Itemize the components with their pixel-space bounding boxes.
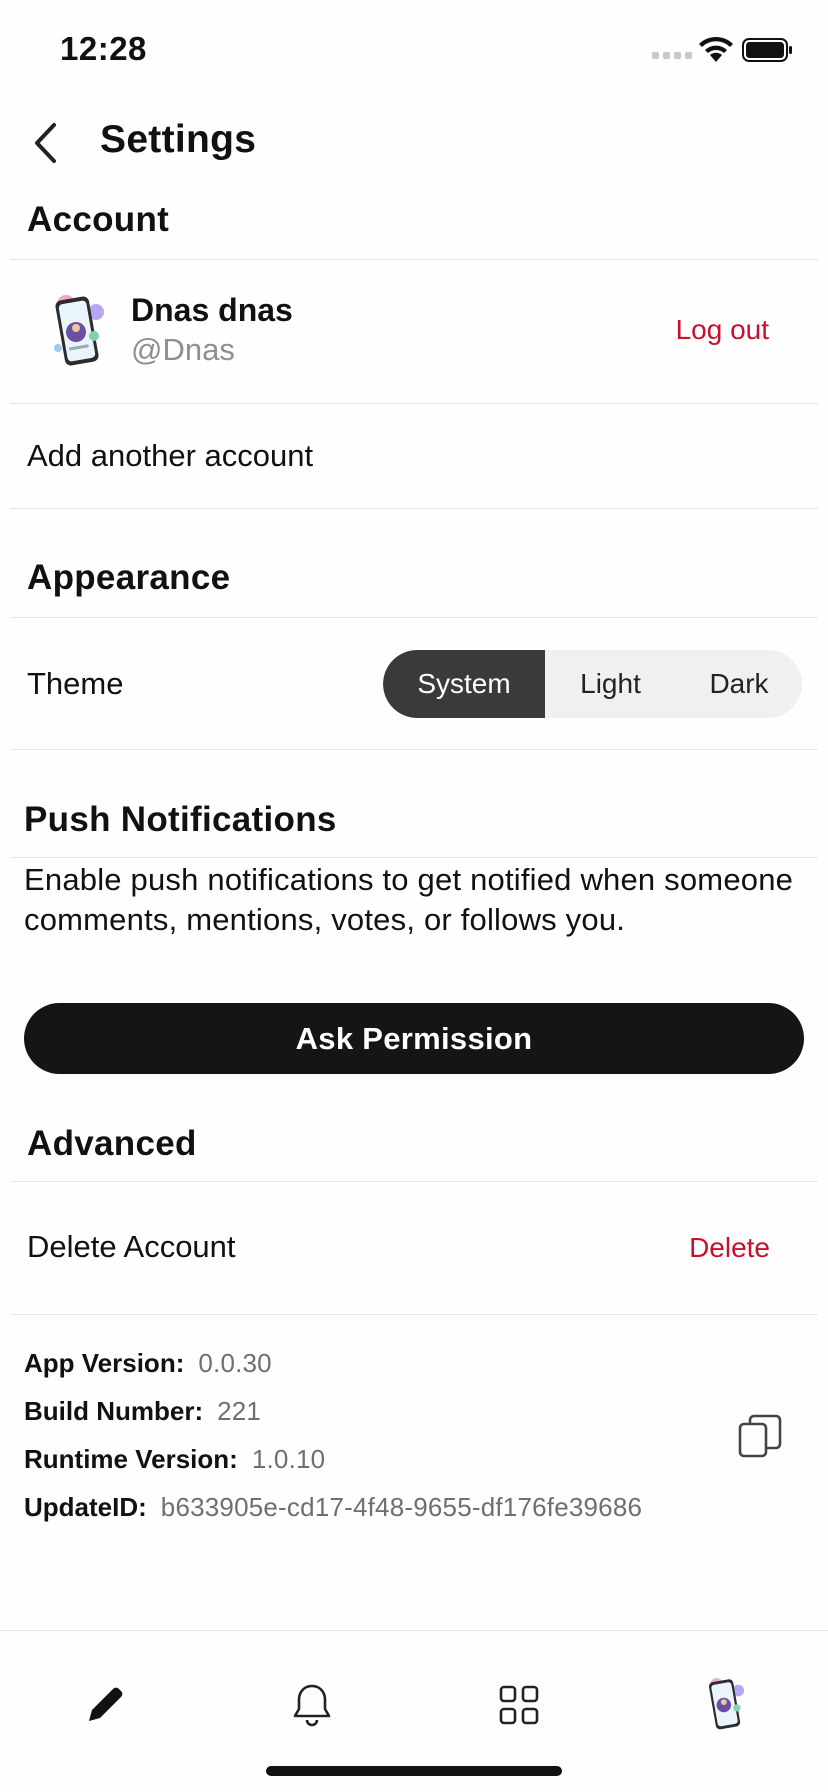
pencil-icon xyxy=(89,1687,123,1721)
tab-notifications[interactable] xyxy=(282,1675,342,1735)
theme-label: Theme xyxy=(27,666,124,701)
divider xyxy=(10,857,818,858)
account-heading: Account xyxy=(27,200,170,239)
chevron-left-icon xyxy=(35,123,56,163)
account-name: Dnas dnas xyxy=(131,292,293,328)
divider xyxy=(10,749,818,750)
appearance-heading: Appearance xyxy=(27,558,231,597)
account-row: Dnas dnas @Dnas Log out xyxy=(10,262,818,402)
copy-info-button[interactable] xyxy=(736,1412,784,1460)
build-number-value: 221 xyxy=(217,1396,262,1426)
avatar xyxy=(54,295,104,366)
push-notifications-description: Enable push notifications to get notifie… xyxy=(24,862,794,937)
bell-icon xyxy=(293,1684,331,1727)
app-version-value: 0.0.30 xyxy=(198,1348,272,1378)
home-indicator xyxy=(266,1766,562,1776)
wifi-icon xyxy=(699,36,733,62)
battery-icon xyxy=(742,38,792,62)
divider xyxy=(10,508,818,509)
delete-account-label: Delete Account xyxy=(27,1229,236,1264)
tab-profile[interactable] xyxy=(696,1675,756,1735)
theme-segmented-control: System Light Dark xyxy=(383,650,802,718)
status-time: 12:28 xyxy=(60,30,147,67)
divider xyxy=(10,1181,818,1182)
runtime-version-row: Runtime Version: 1.0.10 xyxy=(24,1444,325,1475)
update-id-label: UpdateID: xyxy=(24,1492,147,1522)
header: Settings xyxy=(0,104,828,180)
account-handle: @Dnas xyxy=(131,332,235,367)
copy-icon xyxy=(738,1414,782,1458)
update-id-value: b633905e-cd17-4f48-9655-df176fe39686 xyxy=(160,1492,643,1522)
build-number-label: Build Number: xyxy=(24,1396,204,1426)
divider xyxy=(10,617,818,618)
update-id-row: UpdateID: b633905e-cd17-4f48-9655-df176fe… xyxy=(24,1492,642,1523)
tab-compose[interactable] xyxy=(75,1675,135,1735)
build-number-row: Build Number: 221 xyxy=(24,1396,261,1427)
tab-feeds[interactable] xyxy=(489,1675,549,1735)
status-bar: 12:28 xyxy=(0,0,828,100)
settings-screen: 12:28 Settings Account Dnas dnas @Dnas L… xyxy=(0,0,828,1792)
runtime-version-value: 1.0.10 xyxy=(251,1444,326,1474)
cellular-signal-icon xyxy=(652,52,692,59)
grid-icon xyxy=(499,1685,539,1725)
advanced-heading: Advanced xyxy=(27,1124,197,1163)
divider xyxy=(10,1314,818,1315)
page-title: Settings xyxy=(100,118,257,161)
theme-option-light[interactable]: Light xyxy=(545,650,676,718)
push-notifications-heading: Push Notifications xyxy=(24,800,337,839)
back-button[interactable] xyxy=(18,114,72,172)
theme-option-system[interactable]: System xyxy=(383,650,545,718)
divider xyxy=(10,259,818,260)
theme-option-dark[interactable]: Dark xyxy=(676,650,802,718)
delete-account-button[interactable]: Delete xyxy=(689,1232,770,1264)
logout-button[interactable]: Log out xyxy=(676,314,769,346)
app-version-label: App Version: xyxy=(24,1348,185,1378)
app-version-row: App Version: 0.0.30 xyxy=(24,1348,272,1379)
add-account-button[interactable]: Add another account xyxy=(27,438,313,474)
ask-permission-button[interactable]: Ask Permission xyxy=(24,1003,804,1074)
profile-avatar xyxy=(708,1678,745,1730)
runtime-version-label: Runtime Version: xyxy=(24,1444,238,1474)
divider xyxy=(10,403,818,404)
